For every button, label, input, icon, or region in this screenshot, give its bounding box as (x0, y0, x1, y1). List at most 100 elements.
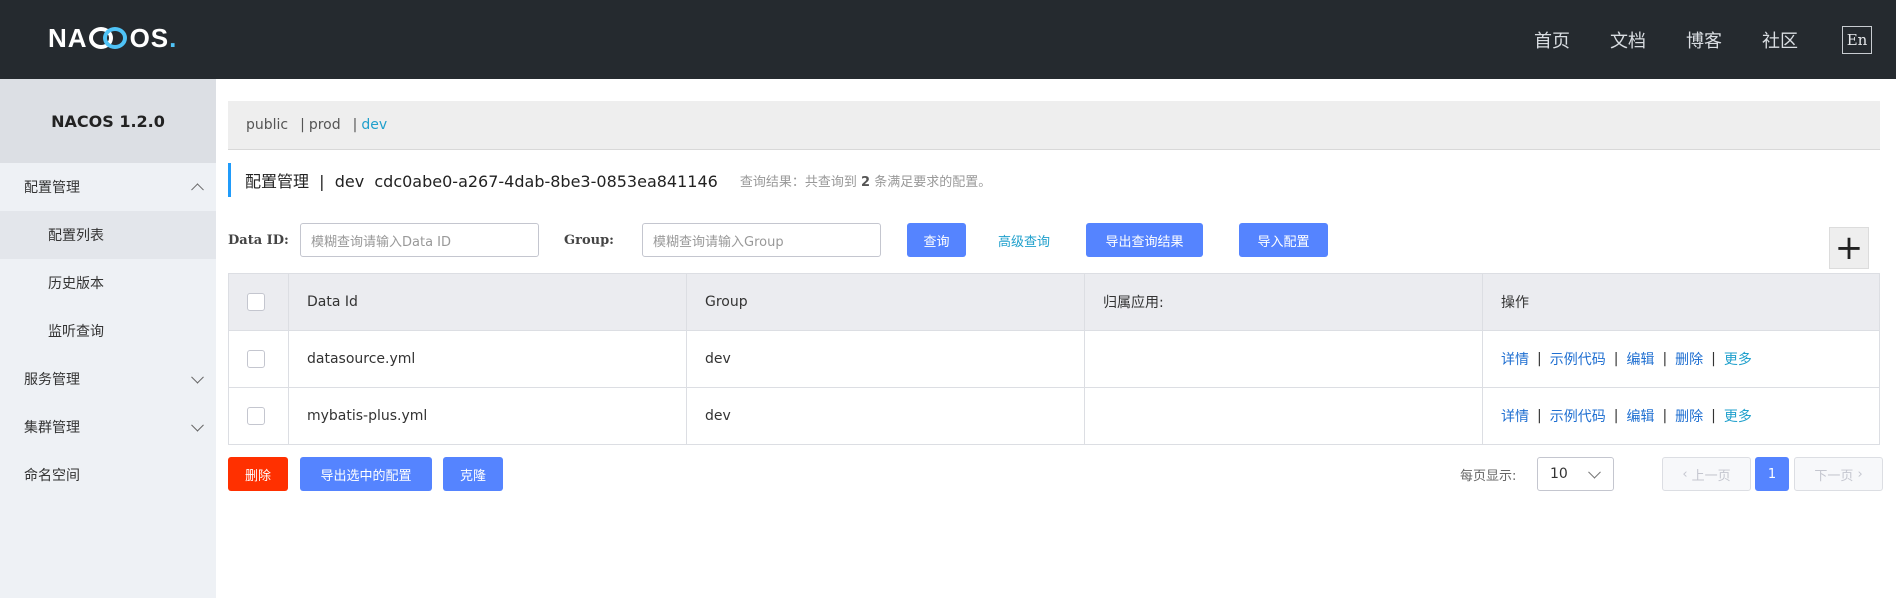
row-checkbox-cell (229, 331, 289, 387)
group-label: Group: (564, 232, 614, 248)
page-size-value: 10 (1550, 466, 1568, 482)
sidebar-item-namespace[interactable]: 命名空间 (0, 451, 216, 499)
cell-app (1085, 331, 1483, 387)
query-button[interactable]: 查询 (907, 223, 966, 257)
sidebar-item-history[interactable]: 历史版本 (0, 259, 216, 307)
prev-page-button[interactable]: ‹ 上一页 (1662, 457, 1751, 491)
row-checkbox[interactable] (247, 350, 265, 368)
top-nav: 首页 文档 博客 社区 En (1534, 0, 1896, 79)
op-separator: | (1711, 351, 1716, 367)
sidebar-item-label: 集群管理 (24, 420, 80, 436)
chevron-right-icon: › (1853, 466, 1863, 482)
delete-selected-button[interactable]: 删除 (228, 457, 288, 491)
detail-link[interactable]: 详情 (1501, 349, 1529, 369)
export-selected-button[interactable]: 导出选中的配置 (300, 457, 432, 491)
hint-suffix: 条满足要求的配置。 (874, 174, 992, 190)
sidebar-item-label: 服务管理 (24, 372, 80, 388)
cell-data-id: mybatis-plus.yml (289, 388, 687, 444)
import-config-button[interactable]: 导入配置 (1239, 223, 1328, 257)
page-size-select[interactable]: 10 (1537, 457, 1614, 491)
cell-operations: 详情 | 示例代码 | 编辑 | 删除 | 更多 (1483, 331, 1879, 387)
config-table: Data Id Group 归属应用: 操作 datasource.yml de… (228, 273, 1880, 445)
table-header-row: Data Id Group 归属应用: 操作 (229, 274, 1879, 331)
cell-data-id: datasource.yml (289, 331, 687, 387)
namespace-dev[interactable]: dev (361, 117, 387, 133)
cell-operations: 详情 | 示例代码 | 编辑 | 删除 | 更多 (1483, 388, 1879, 444)
op-separator: | (1613, 351, 1619, 367)
namespace-prod[interactable]: prod (309, 117, 341, 133)
top-bar: NA OS . 首页 文档 博客 社区 En (0, 0, 1896, 79)
op-separator: | (1537, 408, 1542, 424)
page-size-label: 每页显示: (1460, 468, 1517, 484)
sidebar-item-config-management[interactable]: 配置管理 (0, 163, 216, 211)
op-separator: | (1613, 408, 1619, 424)
header-app: 归属应用: (1085, 274, 1483, 330)
hint-prefix: 查询结果：共查询到 (739, 174, 857, 190)
sidebar-item-config-list[interactable]: 配置列表 (0, 211, 216, 259)
op-separator: | (1662, 351, 1668, 367)
chevron-left-icon: ‹ (1682, 466, 1692, 482)
sample-code-link[interactable]: 示例代码 (1550, 349, 1606, 369)
sidebar: NACOS 1.2.0 配置管理 配置列表 历史版本 监听查询 服务管理 集群管… (0, 79, 216, 598)
header-operations: 操作 (1501, 295, 1529, 311)
page-title-text: 配置管理 | dev cdc0abe0-a267-4dab-8be3-0853e… (245, 172, 718, 191)
nacos-logo[interactable]: NA OS . (48, 22, 177, 54)
dataid-label: Data ID: (228, 232, 289, 248)
namespace-separator: | (300, 117, 305, 133)
sidebar-item-label: 配置管理 (24, 180, 80, 196)
nav-docs[interactable]: 文档 (1610, 27, 1646, 53)
next-page-button[interactable]: 下一页 › (1794, 457, 1883, 491)
row-checkbox-cell (229, 388, 289, 444)
search-form: Data ID: 模糊查询请输入Data ID Group: 模糊查询请输入Gr… (228, 222, 1880, 258)
cell-group: dev (687, 331, 1085, 387)
delete-link[interactable]: 删除 (1675, 406, 1703, 426)
language-toggle-button[interactable]: En (1842, 25, 1872, 54)
delete-link[interactable]: 删除 (1675, 349, 1703, 369)
op-separator: | (1537, 351, 1542, 367)
namespace-bar: public | prod | dev (228, 101, 1880, 150)
page-title: 配置管理 | dev cdc0abe0-a267-4dab-8be3-0853e… (228, 163, 991, 197)
more-link[interactable]: 更多 (1724, 406, 1752, 426)
plus-icon: + (1834, 228, 1864, 268)
header-checkbox-cell (229, 274, 289, 330)
edit-link[interactable]: 编辑 (1626, 406, 1654, 426)
sidebar-item-service-management[interactable]: 服务管理 (0, 355, 216, 403)
sidebar-title: NACOS 1.2.0 (0, 79, 216, 163)
page-1-button[interactable]: 1 (1755, 457, 1789, 491)
header-data-id: Data Id (289, 274, 687, 330)
dataid-search-input[interactable]: 模糊查询请输入Data ID (300, 223, 539, 257)
add-config-button[interactable]: + (1829, 227, 1869, 269)
header-group: Group (687, 274, 1085, 330)
next-page-label: 下一页 (1814, 468, 1854, 484)
cell-app (1085, 388, 1483, 444)
chevron-down-icon (191, 418, 204, 432)
select-all-checkbox[interactable] (247, 293, 265, 311)
cell-group: dev (687, 388, 1085, 444)
nav-home[interactable]: 首页 (1534, 27, 1570, 53)
sample-code-link[interactable]: 示例代码 (1550, 406, 1606, 426)
more-link[interactable]: 更多 (1724, 349, 1752, 369)
export-query-result-button[interactable]: 导出查询结果 (1086, 223, 1203, 257)
nav-community[interactable]: 社区 (1762, 27, 1798, 53)
row-checkbox[interactable] (247, 407, 265, 425)
advanced-query-button[interactable]: 高级查询 (998, 222, 1050, 258)
chevron-up-icon (191, 183, 204, 197)
clone-button[interactable]: 克隆 (443, 457, 503, 491)
detail-link[interactable]: 详情 (1501, 406, 1529, 426)
edit-link[interactable]: 编辑 (1626, 349, 1654, 369)
group-search-input[interactable]: 模糊查询请输入Group (642, 223, 881, 257)
namespace-public[interactable]: public (246, 117, 288, 133)
table-row: mybatis-plus.yml dev 详情 | 示例代码 | 编辑 | 删除 | 更… (229, 388, 1879, 445)
namespace-separator: | (352, 117, 358, 133)
sidebar-item-listener-query[interactable]: 监听查询 (0, 307, 216, 355)
op-separator: | (1711, 408, 1716, 424)
logo-rings-icon (88, 27, 129, 49)
logo-text-right: OS (129, 22, 170, 53)
op-separator: | (1662, 408, 1668, 424)
chevron-down-icon (191, 370, 204, 384)
prev-page-label: 上一页 (1691, 468, 1731, 484)
query-result-hint: 查询结果：共查询到 2 条满足要求的配置。 (740, 171, 991, 190)
logo-text-left: NA (48, 22, 88, 53)
sidebar-item-cluster-management[interactable]: 集群管理 (0, 403, 216, 451)
nav-blog[interactable]: 博客 (1686, 27, 1722, 53)
